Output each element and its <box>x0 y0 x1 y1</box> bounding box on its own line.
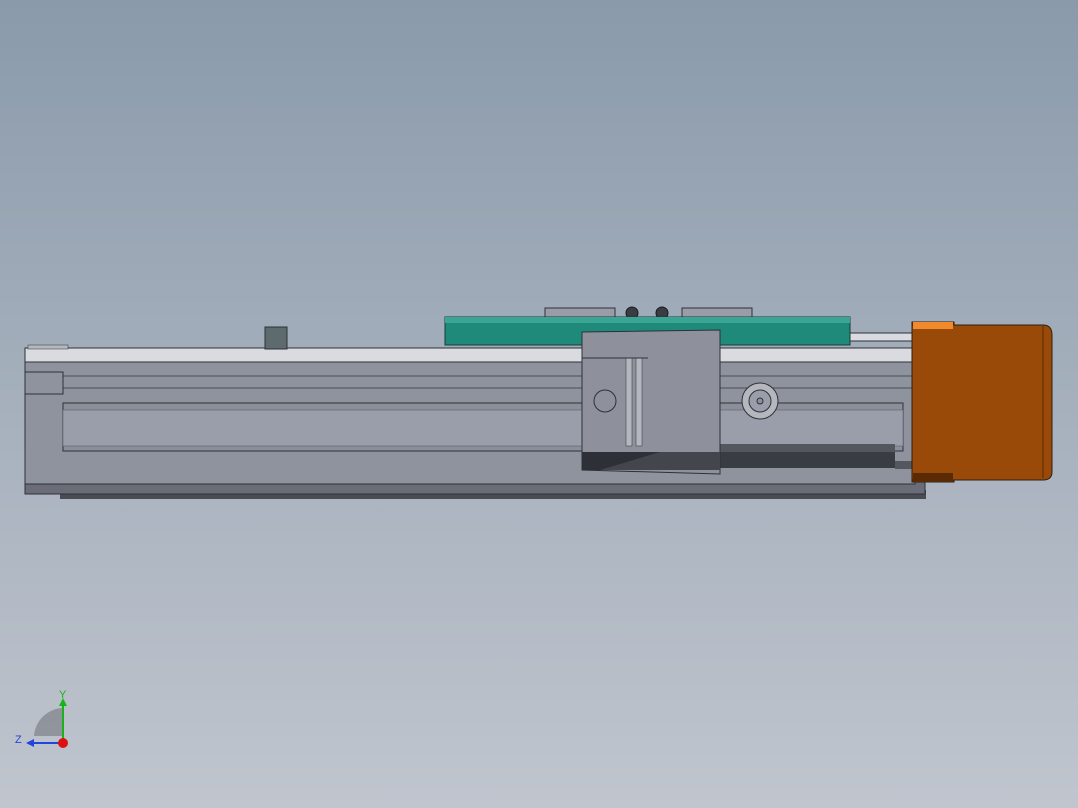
carriage-divider <box>625 357 633 447</box>
rail-end-cap <box>24 371 64 395</box>
x-axis-dot <box>58 738 68 748</box>
cad-viewport[interactable]: Y Z <box>0 0 1078 808</box>
z-axis-arrow <box>26 739 34 747</box>
z-axis-label: Z <box>15 734 22 746</box>
rail-top-bracket <box>27 344 69 350</box>
linear-actuator-model[interactable] <box>0 0 1078 808</box>
mounting-plate-highlight <box>445 317 850 323</box>
motor-highlight <box>913 322 953 329</box>
rail-top-face <box>24 347 916 363</box>
carriage-divider <box>635 357 643 447</box>
reference-triad: Y Z <box>15 689 68 748</box>
motor-bottom-shadow <box>913 473 953 481</box>
triad-arc <box>34 708 63 736</box>
end-stop[interactable] <box>264 326 288 350</box>
y-axis-label: Y <box>59 689 67 701</box>
stepper-motor[interactable] <box>911 324 1053 481</box>
bearing-center <box>756 397 764 405</box>
carriage-bolt-hole <box>593 389 617 413</box>
rail-slot-inner <box>62 409 904 447</box>
